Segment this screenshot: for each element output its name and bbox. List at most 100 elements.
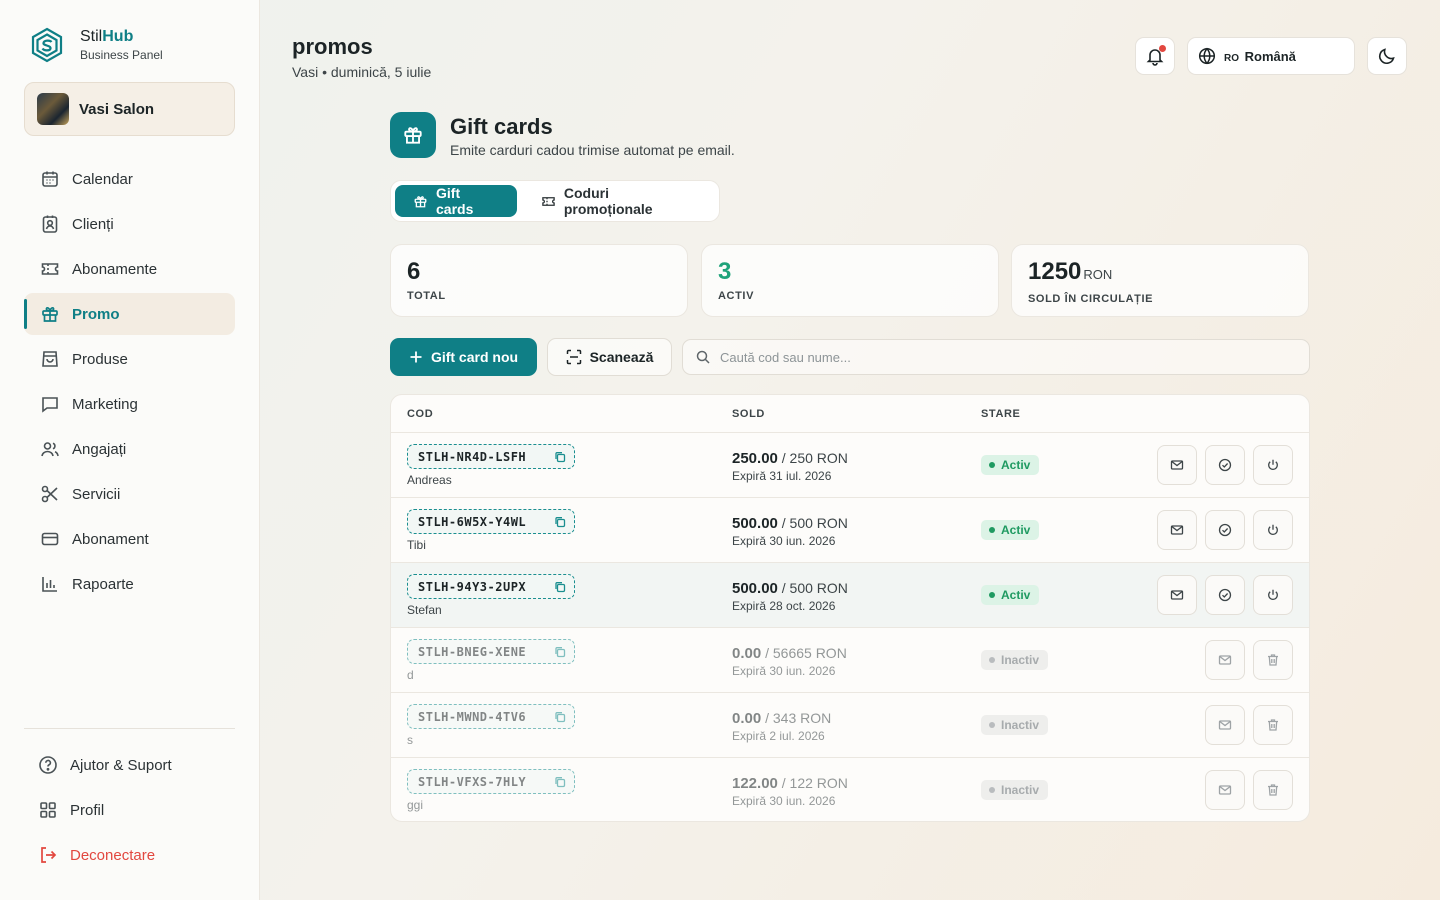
- salon-switcher[interactable]: Vasi Salon: [24, 82, 235, 136]
- deactivate-button[interactable]: [1253, 575, 1293, 615]
- column-header-sold: SOLD: [732, 408, 765, 420]
- table-row: STLH-6W5X-Y4WL Tibi 500.00 / 500 RON Exp…: [391, 498, 1309, 563]
- delete-button[interactable]: [1253, 770, 1293, 810]
- mail-icon: [1170, 588, 1184, 602]
- status-dot: [989, 592, 995, 598]
- send-email-button[interactable]: [1157, 445, 1197, 485]
- sidebar-item-help[interactable]: Ajutor & Suport: [24, 744, 235, 786]
- deactivate-button[interactable]: [1253, 510, 1293, 550]
- search-input[interactable]: [720, 349, 1280, 365]
- sidebar-item-profil[interactable]: Profil: [24, 789, 235, 831]
- copy-icon[interactable]: [554, 516, 566, 528]
- sidebar-item-label: Marketing: [72, 395, 138, 413]
- sidebar-item-label: Angajați: [72, 440, 127, 458]
- mail-icon: [1218, 653, 1232, 667]
- table-row: STLH-94Y3-2UPX Stefan 500.00 / 500 RON E…: [391, 563, 1309, 628]
- sidebar-item-servicii[interactable]: Servicii: [24, 473, 235, 515]
- stat-label: TOTAL: [407, 290, 446, 302]
- status-badge: Inactiv: [981, 780, 1049, 800]
- sidebar-item-label: Abonamente: [72, 260, 158, 278]
- copy-icon[interactable]: [554, 451, 566, 463]
- new-gift-card-button[interactable]: Gift card nou: [390, 338, 537, 376]
- sidebar-item-clienti[interactable]: Clienți: [24, 203, 235, 245]
- copy-icon[interactable]: [554, 711, 566, 723]
- gift-code-chip[interactable]: STLH-MWND-4TV6: [407, 704, 575, 729]
- logout-icon: [38, 845, 58, 865]
- salon-name: Vasi Salon: [79, 100, 155, 118]
- sidebar-item-abonamente[interactable]: Abonamente: [24, 248, 235, 290]
- sidebar-item-promo[interactable]: Promo: [24, 293, 235, 335]
- power-icon: [1266, 523, 1280, 537]
- sidebar-item-label: Servicii: [72, 485, 121, 503]
- button-label: Scanează: [589, 349, 654, 365]
- delete-button[interactable]: [1253, 705, 1293, 745]
- status-badge: Activ: [981, 455, 1040, 475]
- gift-code-chip[interactable]: STLH-VFXS-7HLY: [407, 769, 575, 794]
- card-icon: [40, 529, 60, 549]
- stat-total: 6 TOTAL: [390, 244, 688, 317]
- card-balance: 0.00 / 343 RON: [732, 710, 831, 727]
- copy-icon[interactable]: [554, 581, 566, 593]
- sidebar-item-label: Clienți: [72, 215, 114, 233]
- status-dot: [989, 787, 995, 793]
- search-icon: [696, 350, 710, 364]
- redeem-button[interactable]: [1205, 510, 1245, 550]
- language-label: Română: [1244, 48, 1296, 64]
- copy-icon[interactable]: [554, 776, 566, 788]
- card-expiry: Expiră 2 iul. 2026: [732, 729, 825, 743]
- stat-value: 3: [718, 258, 732, 285]
- redeem-button[interactable]: [1205, 575, 1245, 615]
- sidebar-item-rapoarte[interactable]: Rapoarte: [24, 563, 235, 605]
- status-dot: [989, 722, 995, 728]
- gift-code-chip[interactable]: STLH-94Y3-2UPX: [407, 574, 575, 599]
- notifications-button[interactable]: [1135, 37, 1175, 75]
- sidebar-item-marketing[interactable]: Marketing: [24, 383, 235, 425]
- gift-code-chip[interactable]: STLH-6W5X-Y4WL: [407, 509, 575, 534]
- gift-code-chip[interactable]: STLH-NR4D-LSFH: [407, 444, 575, 469]
- sidebar-item-label: Abonament: [72, 530, 149, 548]
- card-balance: 500.00 / 500 RON: [732, 580, 848, 597]
- deactivate-button[interactable]: [1253, 445, 1293, 485]
- globe-icon: [1198, 47, 1216, 65]
- redeem-button[interactable]: [1205, 445, 1245, 485]
- send-email-button[interactable]: [1157, 510, 1197, 550]
- send-email-button[interactable]: [1205, 640, 1245, 680]
- brand[interactable]: StilHub Business Panel: [28, 26, 163, 64]
- gift-cards-section-icon: [390, 112, 436, 158]
- sidebar-item-logout[interactable]: Deconectare: [24, 834, 235, 876]
- sidebar: StilHub Business Panel Vasi Salon Calend…: [0, 0, 260, 900]
- gift-code-chip[interactable]: STLH-BNEG-XENE: [407, 639, 575, 664]
- copy-icon[interactable]: [554, 646, 566, 658]
- sidebar-item-calendar[interactable]: Calendar: [24, 158, 235, 200]
- scissors-icon: [40, 484, 60, 504]
- column-header-status: STARE: [981, 408, 1021, 420]
- theme-toggle[interactable]: [1367, 37, 1407, 75]
- card-expiry: Expiră 30 iun. 2026: [732, 794, 836, 808]
- sidebar-item-produse[interactable]: Produse: [24, 338, 235, 380]
- status-dot: [989, 527, 995, 533]
- table-row: STLH-NR4D-LSFH Andreas 250.00 / 250 RON …: [391, 433, 1309, 498]
- gift-code: STLH-MWND-4TV6: [418, 709, 527, 724]
- ticket-icon: [40, 259, 60, 279]
- sidebar-item-label: Promo: [72, 305, 120, 323]
- language-code: RO: [1224, 52, 1239, 64]
- tab-gift-cards[interactable]: Gift cards: [395, 185, 517, 217]
- check-circle-icon: [1218, 458, 1232, 472]
- sidebar-item-angajati[interactable]: Angajați: [24, 428, 235, 470]
- balance-value: 0.00: [732, 645, 762, 662]
- status-badge: Activ: [981, 520, 1040, 540]
- status-label: Activ: [1001, 523, 1031, 537]
- send-email-button[interactable]: [1157, 575, 1197, 615]
- sidebar-item-abonament[interactable]: Abonament: [24, 518, 235, 560]
- moon-icon: [1377, 46, 1397, 66]
- send-email-button[interactable]: [1205, 770, 1245, 810]
- language-selector[interactable]: RO Română: [1187, 37, 1355, 75]
- tab-promo-codes[interactable]: Coduri promoționale: [523, 185, 715, 217]
- balance-value: 122.00: [732, 775, 778, 792]
- bottom-nav: Ajutor & Suport Profil Deconectare: [24, 744, 235, 879]
- scan-button[interactable]: Scanează: [547, 338, 672, 376]
- delete-button[interactable]: [1253, 640, 1293, 680]
- gift-code: STLH-NR4D-LSFH: [418, 449, 527, 464]
- send-email-button[interactable]: [1205, 705, 1245, 745]
- card-owner: Tibi: [407, 538, 426, 552]
